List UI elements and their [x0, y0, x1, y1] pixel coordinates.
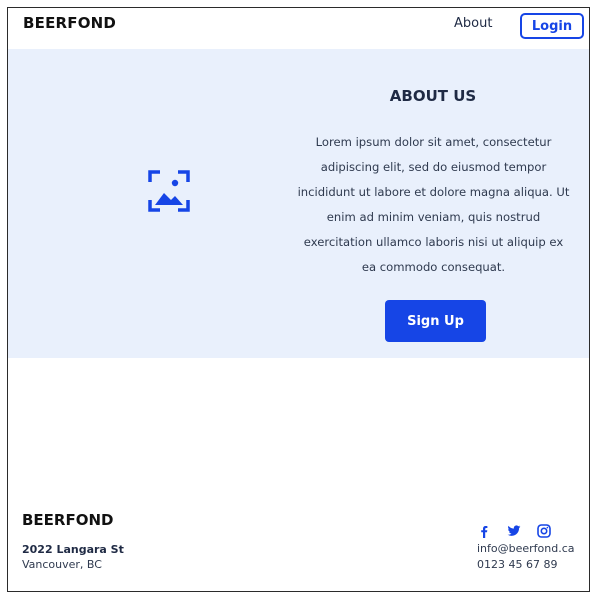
page-frame: BEERFOND About Login ABOUT US Lorem ipsu… [7, 7, 590, 592]
image-placeholder-icon [148, 170, 190, 212]
about-title: ABOUT US [389, 87, 477, 105]
contact-phone: 0123 45 67 89 [477, 558, 558, 571]
contact-email[interactable]: info@beerfond.ca [477, 542, 575, 555]
login-button[interactable]: Login [520, 13, 584, 39]
facebook-icon[interactable] [477, 524, 491, 538]
social-links [477, 524, 551, 538]
about-section: ABOUT US Lorem ipsum dolor sit amet, con… [8, 49, 589, 358]
brand-logo[interactable]: BEERFOND [23, 14, 116, 32]
twitter-icon[interactable] [507, 524, 521, 538]
header: BEERFOND About Login [8, 8, 589, 49]
footer-brand: BEERFOND [22, 511, 114, 529]
address-city: Vancouver, BC [22, 558, 102, 571]
instagram-icon[interactable] [537, 524, 551, 538]
signup-button[interactable]: Sign Up [385, 300, 486, 342]
about-paragraph: Lorem ipsum dolor sit amet, consectetur … [297, 135, 570, 274]
address-street: 2022 Langara St [22, 543, 124, 556]
nav-about-link[interactable]: About [454, 16, 492, 31]
